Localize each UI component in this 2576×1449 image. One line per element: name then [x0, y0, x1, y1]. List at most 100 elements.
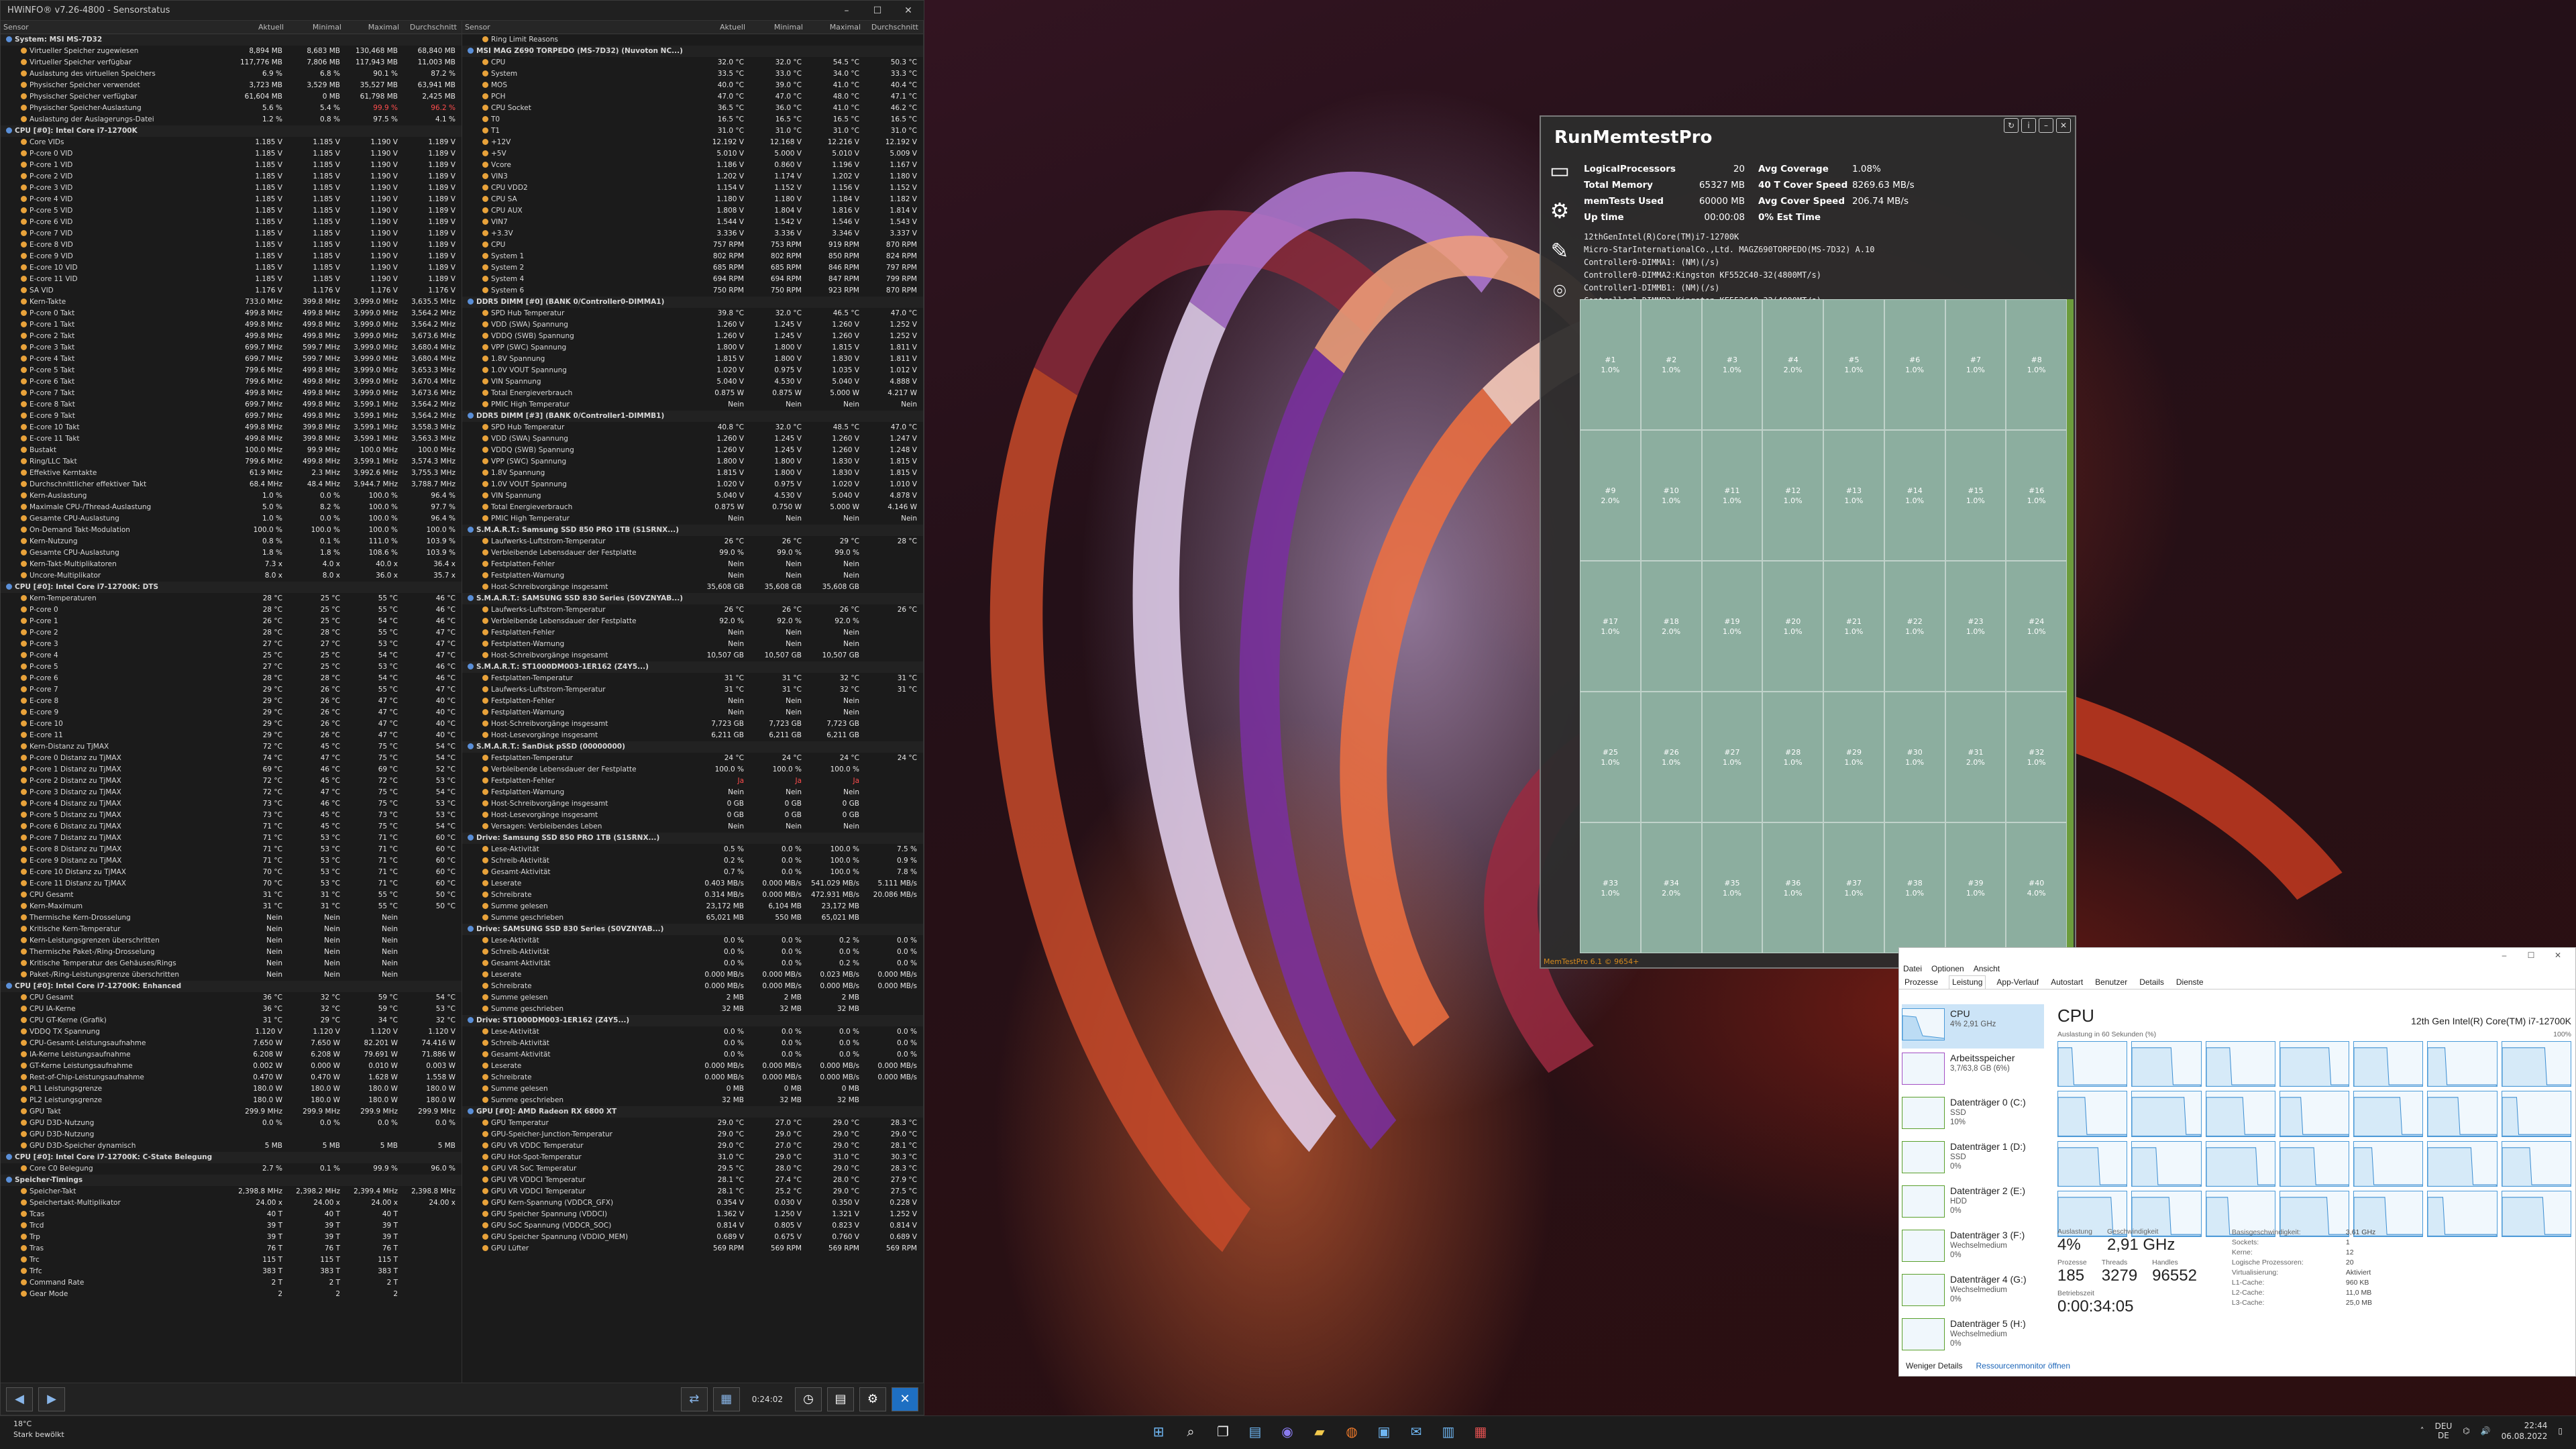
sensor-row[interactable]: P-core 6 28 °C 28 °C 54 °C 46 °C — [1, 673, 462, 684]
sensor-row[interactable]: P-core 0 VID 1.185 V 1.185 V 1.190 V 1.189 V — [1, 148, 462, 160]
sensor-row[interactable]: P-core 5 VID 1.185 V 1.185 V 1.190 V 1.189 V — [1, 205, 462, 217]
sensor-row[interactable]: Uncore-Multiplikator 8.0 x 8.0 x 36.0 x 35.7… — [1, 570, 462, 582]
sensor-row[interactable]: Maximale CPU-/Thread-Auslastung 5.0 % 8.2 … — [1, 502, 462, 513]
sensor-row[interactable]: Kern-Takte 733.0 MHz 399.8 MHz 3,999.0 MHz 3… — [1, 297, 462, 308]
sensor-group[interactable]: Drive: ST1000DM003-1ER162 (Z4Y5...) — [462, 1015, 923, 1026]
tab-dienste[interactable]: Dienste — [2175, 977, 2205, 989]
report-icon[interactable]: ▤ — [827, 1387, 854, 1411]
sensor-row[interactable]: Schreib-Aktivität 0.0 % 0.0 % 0.0 % 0.0 % — [462, 947, 923, 958]
sensor-row[interactable]: T1 31.0 °C 31.0 °C 31.0 °C 31.0 °C — [462, 125, 923, 137]
sensor-row[interactable]: P-core 0 28 °C 25 °C 55 °C 46 °C — [1, 604, 462, 616]
sensor-row[interactable]: P-core 2 28 °C 28 °C 55 °C 47 °C — [1, 627, 462, 639]
sensor-row[interactable]: Trp 39 T 39 T 39 T — [1, 1232, 462, 1243]
sensor-row[interactable]: P-core 2 VID 1.185 V 1.185 V 1.190 V 1.189 V — [1, 171, 462, 182]
sensor-row[interactable]: System 6 750 RPM 750 RPM 923 RPM 870 RPM — [462, 285, 923, 297]
hwinfo-task-icon[interactable]: ▥ — [1437, 1420, 1460, 1443]
sensor-group[interactable]: CPU [#0]: Intel Core i7-12700K: Enhanced — [1, 981, 462, 992]
sensor-row[interactable]: Festplatten-Temperatur 24 °C 24 °C 24 °C 24 … — [462, 753, 923, 764]
sensor-row[interactable]: E-core 11 Takt 499.8 MHz 399.8 MHz 3,599.1 … — [1, 433, 462, 445]
sensor-group[interactable]: CPU [#0]: Intel Core i7-12700K: DTS — [1, 582, 462, 593]
sensor-row[interactable]: Festplatten-Fehler Nein Nein Nein — [462, 696, 923, 707]
col-avg[interactable]: Durchschnitt — [863, 23, 921, 32]
col-sensor[interactable]: Sensor — [462, 23, 690, 32]
sensor-row[interactable]: CPU Socket 36.5 °C 36.0 °C 41.0 °C 46.2 °C — [462, 103, 923, 114]
sensor-row[interactable]: +3.3V 3.336 V 3.336 V 3.346 V 3.337 V — [462, 228, 923, 239]
sensor-row[interactable]: VDD (SWA) Spannung 1.260 V 1.245 V 1.260 V1… — [462, 433, 923, 445]
sensor-row[interactable]: Verbleibende Lebensdauer der Festplatte 1… — [462, 764, 923, 775]
sensor-row[interactable]: P-core 6 Distanz zu TjMAX 71 °C 45 °C 75 °C… — [1, 821, 462, 833]
sensor-row[interactable]: Versagen: Verbleibendes Leben Nein Nein Nei… — [462, 821, 923, 833]
sensor-row[interactable]: Kern-Takt-Multiplikatoren 7.3 x 4.0 x 40.0 … — [1, 559, 462, 570]
memtest-task-icon[interactable]: ▦ — [1469, 1420, 1492, 1443]
sensor-row[interactable]: Virtueller Speicher verfügbar 117,776 MB 7… — [1, 57, 462, 68]
sensor-row[interactable]: GPU VR VDDCI Temperatur 28.1 °C 27.4 °C 28.… — [462, 1175, 923, 1186]
hwinfo-right-panel[interactable]: Sensor Aktuell Minimal Maximal Durchschn… — [462, 21, 924, 1389]
sensor-row[interactable]: Festplatten-Fehler Nein Nein Nein — [462, 559, 923, 570]
sensor-row[interactable]: Trc 115 T 115 T 115 T — [1, 1254, 462, 1266]
sensor-row[interactable]: Total Energieverbrauch 0.875 W 0.875 W 5.00… — [462, 388, 923, 399]
resource-item[interactable]: Datenträger 1 (D:) SSD 0% — [1902, 1137, 2044, 1181]
firefox-icon[interactable]: ◍ — [1340, 1420, 1363, 1443]
sensor-row[interactable]: CPU GT-Kerne (Grafik) 31 °C 29 °C 34 °C 32 °… — [1, 1015, 462, 1026]
sensor-row[interactable]: VIN7 1.544 V 1.542 V 1.546 V 1.543 V — [462, 217, 923, 228]
sensor-row[interactable]: IA-Kerne Leistungsaufnahme 6.208 W 6.208 W… — [1, 1049, 462, 1061]
col-min[interactable]: Minimal — [748, 23, 806, 32]
sensor-row[interactable]: P-core 7 Takt 499.8 MHz 499.8 MHz 3,999.0 M… — [1, 388, 462, 399]
sensor-row[interactable]: PMIC High Temperatur Nein Nein Nein Nein — [462, 399, 923, 411]
sensor-row[interactable]: GPU Temperatur 29.0 °C 27.0 °C 29.0 °C 28.3 … — [462, 1118, 923, 1129]
sensor-row[interactable]: Gesamte CPU-Auslastung 1.8 % 1.8 % 108.6 % 1… — [1, 547, 462, 559]
sensor-row[interactable]: VDD (SWA) Spannung 1.260 V 1.245 V 1.260 V1… — [462, 319, 923, 331]
sensor-row[interactable]: Gesamt-Aktivität 0.0 % 0.0 % 0.0 % 0.0 % — [462, 1049, 923, 1061]
sensor-group[interactable]: Speicher-Timings — [1, 1175, 462, 1186]
tab-leistung[interactable]: Leistung — [1949, 975, 1986, 989]
sensor-group[interactable]: CPU [#0]: Intel Core i7-12700K: C-State … — [1, 1152, 462, 1163]
notification-icon[interactable]: ▯ — [2558, 1426, 2563, 1436]
sensor-row[interactable]: MOS 40.0 °C 39.0 °C 41.0 °C 40.4 °C — [462, 80, 923, 91]
sensor-row[interactable]: Ring Limit Reasons — [462, 34, 923, 46]
close-icon[interactable]: ✕ — [892, 1387, 918, 1411]
nav-right-icon[interactable]: ▶ — [38, 1387, 65, 1411]
sensor-row[interactable]: E-core 9 Takt 699.7 MHz 499.8 MHz 3,599.1 M… — [1, 411, 462, 422]
sensor-row[interactable]: SPD Hub Temperatur 39.8 °C 32.0 °C 46.5 °C 4… — [462, 308, 923, 319]
weather-widget[interactable]: 18°C Stark bewölkt — [13, 1419, 64, 1440]
resource-item[interactable]: Datenträger 4 (G:) Wechselmedium 0% — [1902, 1270, 2044, 1314]
sensor-row[interactable]: P-core 3 Distanz zu TjMAX 72 °C 47 °C 75 °C… — [1, 787, 462, 798]
sensor-group[interactable]: CPU [#0]: Intel Core i7-12700K — [1, 125, 462, 137]
hwinfo-window[interactable]: HWiNFO® v7.26-4800 - Sensorstatus – ☐ ✕ Se… — [0, 0, 924, 1415]
sensor-row[interactable]: VIN Spannung 5.040 V 4.530 V 5.040 V 4.878 V — [462, 490, 923, 502]
sensor-row[interactable]: Festplatten-Fehler Nein Nein Nein — [462, 627, 923, 639]
sensor-row[interactable]: T0 16.5 °C 16.5 °C 16.5 °C 16.5 °C — [462, 114, 923, 125]
settings-icon[interactable]: ⚙ — [859, 1387, 886, 1411]
sensor-row[interactable]: 1.0V VOUT Spannung 1.020 V 0.975 V 1.020 V1… — [462, 479, 923, 490]
menu-item[interactable]: Ansicht — [1974, 964, 2000, 973]
close-icon[interactable]: ✕ — [2544, 951, 2571, 960]
sensor-row[interactable]: P-core 0 Takt 499.8 MHz 499.8 MHz 3,999.0 M… — [1, 308, 462, 319]
sensor-row[interactable]: CPU 757 RPM 753 RPM 919 RPM 870 RPM — [462, 239, 923, 251]
sensor-row[interactable]: Gesamt-Aktivität 0.0 % 0.0 % 0.2 % 0.0 % — [462, 958, 923, 969]
widgets-icon[interactable]: ▤ — [1244, 1420, 1267, 1443]
sensor-row[interactable]: P-core 6 VID 1.185 V 1.185 V 1.190 V 1.189 V — [1, 217, 462, 228]
sensor-row[interactable]: Laufwerks-Luftstrom-Temperatur 26 °C 26 °C… — [462, 536, 923, 547]
sensor-row[interactable]: Rest-of-Chip-Leistungsaufnahme 0.470 W 0.4… — [1, 1072, 462, 1083]
sensor-row[interactable]: E-core 10 29 °C 26 °C 47 °C 40 °C — [1, 718, 462, 730]
sensor-row[interactable]: Festplatten-Warnung Nein Nein Nein — [462, 639, 923, 650]
maximize-icon[interactable]: ☐ — [862, 5, 893, 16]
sensor-row[interactable]: Summe gelesen 23,172 MB 6,104 MB 23,172 MB — [462, 901, 923, 912]
sensor-row[interactable]: CPU AUX 1.808 V 1.804 V 1.816 V 1.814 V — [462, 205, 923, 217]
tab-details[interactable]: Details — [2138, 977, 2165, 989]
sensor-row[interactable]: Lese-Aktivität 0.5 % 0.0 % 100.0 % 7.5 % — [462, 844, 923, 855]
sensor-row[interactable]: Kern-Temperaturen 28 °C 25 °C 55 °C 46 °C — [1, 593, 462, 604]
sensor-row[interactable]: Verbleibende Lebensdauer der Festplatte 9… — [462, 547, 923, 559]
chat-icon[interactable]: ◉ — [1276, 1420, 1299, 1443]
sensor-row[interactable]: GT-Kerne Leistungsaufnahme 0.002 W 0.000 W… — [1, 1061, 462, 1072]
sensor-group[interactable]: S.M.A.R.T.: SAMSUNG SSD 830 Series (S0VZ… — [462, 593, 923, 604]
sensor-row[interactable]: System 1 802 RPM 802 RPM 850 RPM 824 RPM — [462, 251, 923, 262]
sensor-row[interactable]: Host-Schreibvorgänge insgesamt 7,723 GB 7,… — [462, 718, 923, 730]
store-icon[interactable]: ▣ — [1373, 1420, 1395, 1443]
sensor-row[interactable]: Schreibrate 0.314 MB/s 0.000 MB/s 472.931 M… — [462, 890, 923, 901]
close-icon[interactable]: ✕ — [893, 5, 924, 16]
sensor-group[interactable]: MSI MAG Z690 TORPEDO (MS-7D32) (Nuvoton … — [462, 46, 923, 57]
runmemtest-window[interactable]: ↻ i – ✕ RunMemtestPro ▭ ⚙ ✎ ⌾ LogicalPro… — [1540, 115, 2076, 969]
start-icon[interactable]: ⊞ — [1147, 1420, 1170, 1443]
brush-icon[interactable]: ✎ — [1546, 237, 1573, 264]
